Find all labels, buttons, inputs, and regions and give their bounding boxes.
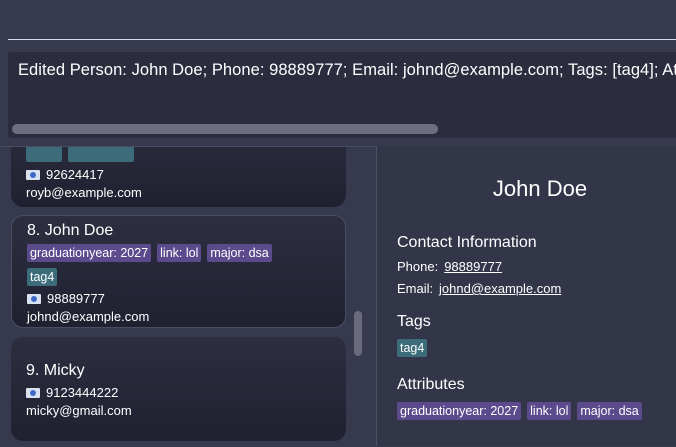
detail-attribute-tag: graduationyear: 2027 <box>397 402 522 420</box>
person-card[interactable]: 92624417 royb@example.com <box>11 147 346 207</box>
result-display: Edited Person: John Doe; Phone: 98889777… <box>8 52 676 138</box>
detail-tag-row: tag4 <box>397 339 428 357</box>
card-tag-row: tag4 <box>27 268 58 286</box>
card-tag: tag4 <box>27 268 58 286</box>
person-card[interactable]: 9. Micky 9123444222 micky@gmail.com <box>11 337 346 441</box>
card-phone-row: 92624417 <box>26 167 104 182</box>
person-detail-panel: John Doe Contact Information Phone: 9888… <box>376 146 676 446</box>
card-phone: 9123444222 <box>46 385 119 400</box>
card-email-row: royb@example.com <box>26 185 142 200</box>
detail-email-row: Email: johnd@example.com <box>397 281 561 296</box>
phone-icon <box>27 293 41 304</box>
detail-email-value[interactable]: johnd@example.com <box>439 281 561 296</box>
phone-icon <box>26 169 40 180</box>
card-phone-row: 98889777 <box>27 291 105 306</box>
person-list-panel: 92624417 royb@example.com 8. John Doe gr… <box>0 146 376 447</box>
card-attribute-tag: graduationyear: 2027 <box>27 244 152 262</box>
card-name: 8. John Doe <box>27 222 114 239</box>
result-scrollbar-thumb[interactable] <box>12 124 438 134</box>
detail-attribute-row: graduationyear: 2027 link: lol major: ds… <box>397 402 642 420</box>
command-box[interactable] <box>0 0 676 44</box>
detail-phone-label: Phone: <box>397 259 439 274</box>
attributes-title: Attributes <box>397 376 465 393</box>
card-attribute-row: graduationyear: 2027 link: lol major: ds… <box>27 244 272 262</box>
detail-phone-row: Phone: 98889777 <box>397 259 502 274</box>
result-horizontal-scrollbar[interactable] <box>12 124 676 134</box>
person-card-selected[interactable]: 8. John Doe graduationyear: 2027 link: l… <box>11 215 346 328</box>
card-attribute-tag: major: dsa <box>207 244 272 262</box>
card-email: micky@gmail.com <box>26 403 132 418</box>
card-email: johnd@example.com <box>27 309 150 324</box>
card-email: royb@example.com <box>26 185 142 200</box>
detail-name: John Doe <box>492 176 588 201</box>
card-email-row: johnd@example.com <box>27 309 149 324</box>
detail-attribute-tag: link: lol <box>527 402 572 420</box>
card-phone: 98889777 <box>47 291 105 306</box>
detail-phone-value[interactable]: 98889777 <box>444 259 502 274</box>
card-tag-row <box>26 147 134 162</box>
list-scrollbar-thumb[interactable] <box>354 311 362 356</box>
detail-attribute-tag: major: dsa <box>577 402 642 420</box>
detail-tag: tag4 <box>397 339 428 357</box>
card-phone-row: 9123444222 <box>26 385 118 400</box>
phone-icon <box>26 387 40 398</box>
card-attribute-tag: link: lol <box>157 244 202 262</box>
detail-email-label: Email: <box>397 281 434 296</box>
card-name: 9. Micky <box>26 362 85 379</box>
contact-info-title: Contact Information <box>397 234 537 251</box>
card-email-row: micky@gmail.com <box>26 403 132 418</box>
command-input-underline[interactable] <box>8 39 676 40</box>
card-tag <box>26 147 62 162</box>
card-phone: 92624417 <box>46 167 104 182</box>
result-message: Edited Person: John Doe; Phone: 98889777… <box>18 61 676 79</box>
tags-title: Tags <box>397 313 431 330</box>
card-tag <box>68 147 134 162</box>
